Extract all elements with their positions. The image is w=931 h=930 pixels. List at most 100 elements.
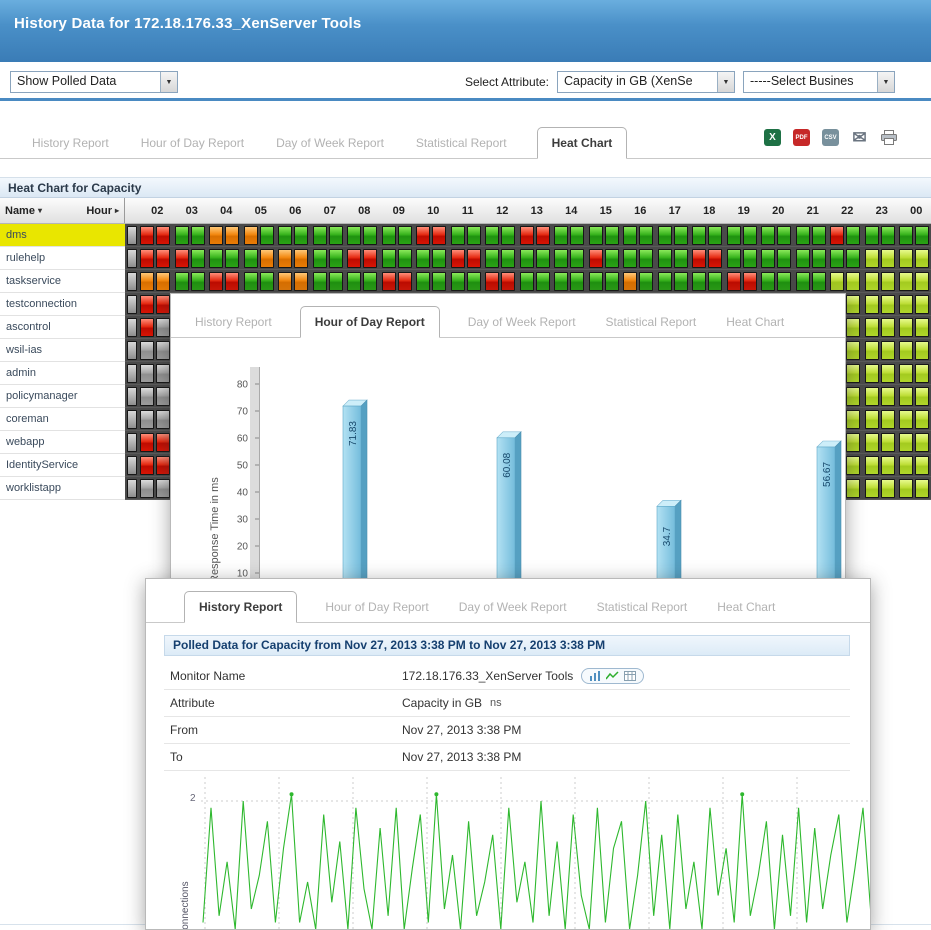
heat-row-name-admin[interactable]: admin [0, 362, 125, 385]
field-value: Nov 27, 2013 3:38 PM [402, 717, 521, 744]
heat-block [899, 387, 913, 406]
heat-cell [830, 249, 865, 268]
business-view-select[interactable]: -----Select Busines ▼ [743, 71, 895, 93]
heat-block [881, 410, 895, 429]
heat-cell [658, 272, 693, 291]
heat-block [865, 433, 879, 452]
heat-block [140, 456, 154, 475]
history-panel-tab-history-report[interactable]: History Report [184, 591, 297, 623]
heat-cell [761, 226, 796, 245]
name-column-header[interactable]: Name▾ Hour▸ [0, 198, 125, 223]
svg-text:70: 70 [237, 407, 249, 418]
heat-block [881, 364, 895, 383]
dropdown-arrow-icon[interactable]: ▼ [877, 72, 894, 92]
heat-row-name-worklistapp[interactable]: worklistapp [0, 477, 125, 500]
heat-cell [278, 226, 313, 245]
heat-cell [451, 272, 486, 291]
dropdown-arrow-icon[interactable]: ▼ [160, 72, 177, 92]
heat-block [140, 479, 154, 498]
heat-block [761, 249, 775, 268]
heat-block [830, 226, 844, 245]
main-tab-statistical-report[interactable]: Statistical Report [414, 128, 509, 158]
csv-export-icon[interactable]: CSV [822, 129, 839, 146]
heat-row-name-IdentityService[interactable]: IdentityService [0, 454, 125, 477]
line-marker [740, 792, 744, 796]
main-tab-hour-of-day-report[interactable]: Hour of Day Report [139, 128, 246, 158]
field-value-group: Capacity in GBns [402, 690, 502, 717]
hour-header-04: 04 [209, 198, 244, 223]
sort-arrow-icon[interactable]: ▸ [115, 206, 119, 215]
heat-block [881, 341, 895, 360]
heat-block [899, 410, 913, 429]
bar-value-label: 71.83 [348, 421, 359, 446]
main-tab-history-report[interactable]: History Report [30, 128, 111, 158]
heat-block [796, 249, 810, 268]
heat-row-name-coreman[interactable]: coreman [0, 408, 125, 431]
heat-block [846, 387, 860, 406]
heat-cell [727, 272, 762, 291]
dropdown-arrow-icon[interactable]: ▼ [717, 72, 734, 92]
heat-cell [830, 226, 865, 245]
heat-block [432, 249, 446, 268]
heat-row-name-ascontrol[interactable]: ascontrol [0, 316, 125, 339]
line-chart-icon[interactable] [606, 671, 619, 681]
heat-row-name-dms[interactable]: dms [0, 224, 125, 247]
field-value: 172.18.176.33_XenServer Tools [402, 663, 573, 690]
hour-panel-tab-heat-chart[interactable]: Heat Chart [724, 307, 786, 337]
bar-chart-svg: 102030405060708071.8360.0834.756.67 [171, 339, 846, 593]
hour-panel-tab-hour-of-day-report[interactable]: Hour of Day Report [300, 306, 440, 338]
bar-value-label: 34.7 [662, 526, 673, 546]
heat-block [812, 272, 826, 291]
pdf-export-icon[interactable]: PDF [793, 129, 810, 146]
data-table-icon[interactable] [624, 671, 636, 681]
heat-block [278, 249, 292, 268]
excel-export-icon[interactable]: X [764, 129, 781, 146]
heat-cell [175, 272, 210, 291]
heat-row-name-testconnection[interactable]: testconnection [0, 293, 125, 316]
main-tab-heat-chart[interactable]: Heat Chart [537, 127, 628, 159]
main-tab-day-of-week-report[interactable]: Day of Week Report [274, 128, 386, 158]
show-polled-data-select[interactable]: Show Polled Data ▼ [10, 71, 178, 93]
bar-chart-icon[interactable] [589, 671, 601, 681]
show-polled-data-value: Show Polled Data [11, 72, 160, 92]
hour-header-18: 18 [692, 198, 727, 223]
heat-block [329, 226, 343, 245]
heat-row-name-webapp[interactable]: webapp [0, 431, 125, 454]
separator-rule [0, 98, 931, 101]
print-icon[interactable] [880, 129, 897, 146]
hour-panel-tab-statistical-report[interactable]: Statistical Report [604, 307, 699, 337]
attribute-select[interactable]: Capacity in GB (XenSe ▼ [557, 71, 735, 93]
heat-cell [865, 410, 900, 429]
heat-block [156, 387, 170, 406]
heat-row-name-taskservice[interactable]: taskservice [0, 270, 125, 293]
heat-block [865, 226, 879, 245]
heat-filler-block [127, 479, 137, 498]
sort-arrow-icon[interactable]: ▾ [38, 206, 42, 215]
heat-cell [278, 249, 313, 268]
heat-cell [899, 410, 931, 429]
heat-block [865, 318, 879, 337]
heat-block [536, 272, 550, 291]
hour-header-05: 05 [244, 198, 279, 223]
heat-block [432, 226, 446, 245]
heat-cell [865, 295, 900, 314]
heat-cell [899, 295, 931, 314]
history-panel-tab-hour-of-day-report[interactable]: Hour of Day Report [323, 592, 430, 622]
field-label: From [164, 717, 402, 744]
history-panel-tab-statistical-report[interactable]: Statistical Report [595, 592, 690, 622]
heat-block [915, 410, 929, 429]
field-value: Nov 27, 2013 3:38 PM [402, 744, 521, 771]
history-panel-tab-day-of-week-report[interactable]: Day of Week Report [457, 592, 569, 622]
heat-block [140, 226, 154, 245]
heat-block [727, 272, 741, 291]
hour-panel-tab-history-report[interactable]: History Report [193, 307, 274, 337]
email-icon[interactable]: ✉ [851, 129, 868, 146]
heat-block [294, 226, 308, 245]
heat-row-name-policymanager[interactable]: policymanager [0, 385, 125, 408]
history-panel-tab-heat-chart[interactable]: Heat Chart [715, 592, 777, 622]
hour-panel-tab-day-of-week-report[interactable]: Day of Week Report [466, 307, 578, 337]
heat-cell [209, 272, 244, 291]
hour-header-08: 08 [347, 198, 382, 223]
heat-row-name-rulehelp[interactable]: rulehelp [0, 247, 125, 270]
heat-row-name-wsil-ias[interactable]: wsil-ias [0, 339, 125, 362]
